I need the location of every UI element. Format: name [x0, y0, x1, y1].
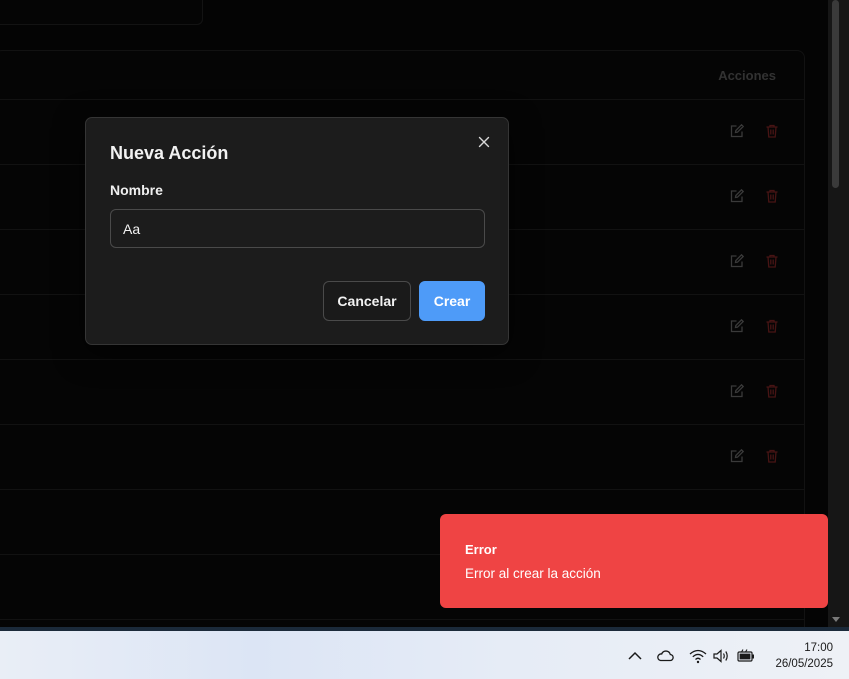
clock-date: 26/05/2025: [775, 658, 833, 670]
system-clock[interactable]: 17:00 26/05/2025: [775, 640, 833, 672]
name-input[interactable]: [110, 209, 485, 248]
name-field-label: Nombre: [110, 182, 163, 198]
error-toast[interactable]: Error Error al crear la acción: [440, 514, 828, 608]
clock-time: 17:00: [804, 642, 833, 654]
taskbar: 17:00 26/05/2025: [0, 627, 849, 679]
new-action-dialog: Nueva Acción Nombre Cancelar Crear: [85, 117, 509, 345]
create-button[interactable]: Crear: [419, 281, 485, 321]
scroll-down-arrow-icon[interactable]: [831, 614, 841, 624]
system-tray: [625, 631, 645, 679]
dialog-title: Nueva Acción: [110, 143, 229, 163]
wifi-icon[interactable]: [688, 646, 708, 666]
onedrive-cloud-icon[interactable]: [655, 646, 675, 666]
chevron-up-icon[interactable]: [625, 646, 645, 666]
scrollbar-thumb[interactable]: [832, 0, 839, 188]
toast-title: Error: [465, 542, 497, 557]
close-icon[interactable]: [476, 134, 492, 150]
cancel-button[interactable]: Cancelar: [323, 281, 411, 321]
toast-message: Error al crear la acción: [465, 566, 601, 581]
volume-icon[interactable]: [711, 646, 731, 666]
vertical-scrollbar[interactable]: [828, 0, 849, 630]
battery-icon[interactable]: [736, 646, 756, 666]
